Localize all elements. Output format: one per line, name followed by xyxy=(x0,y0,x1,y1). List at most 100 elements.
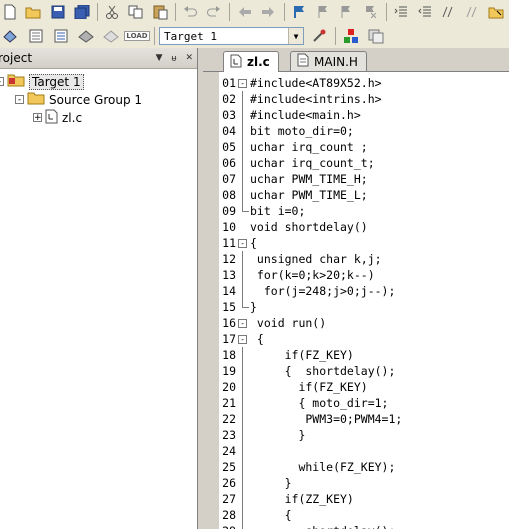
open-file-icon[interactable] xyxy=(24,2,45,22)
target-select[interactable]: Target 1 ▼ xyxy=(159,27,304,45)
collapse-toggle-icon[interactable]: - xyxy=(15,95,24,105)
line-number: 23 xyxy=(222,428,236,442)
line-number: 28 xyxy=(222,508,236,522)
code-line[interactable]: 27 if(ZZ_KEY) xyxy=(219,491,354,507)
tree-item-target[interactable]: - Target 1 xyxy=(0,73,84,90)
fold-guide xyxy=(238,219,247,235)
tree-item-label: Target 1 xyxy=(29,73,84,90)
code-line[interactable]: 20 if(FZ_KEY) xyxy=(219,379,368,395)
code-line[interactable]: 04 bit moto_dir=0; xyxy=(219,123,354,139)
code-editor[interactable]: 01- #include<AT89X52.h> 02 #include<intrins… xyxy=(203,72,509,529)
find-in-files-icon[interactable] xyxy=(485,2,506,22)
next-bookmark-icon[interactable] xyxy=(336,2,357,22)
pin-icon[interactable]: ᵾ xyxy=(172,53,177,64)
code-line[interactable]: 14 for(j=248;j>0;j--); xyxy=(219,283,395,299)
code-line[interactable]: 22 PWM3=0;PWM4=1; xyxy=(219,411,402,427)
pane-menu-icon[interactable]: ▼ xyxy=(156,53,163,64)
code-text: { shortdelay(); xyxy=(250,364,396,378)
expand-toggle-icon[interactable]: + xyxy=(33,113,42,123)
code-text: #include<intrins.h> xyxy=(250,92,382,106)
target-options-icon[interactable] xyxy=(308,26,330,46)
stop-build-icon[interactable] xyxy=(100,26,122,46)
bookmark-icon[interactable] xyxy=(289,2,310,22)
tree-item-source-group[interactable]: - Source Group 1 xyxy=(15,91,142,108)
code-text: uchar PWM_TIME_H; xyxy=(250,172,368,186)
fold-toggle-icon[interactable]: - xyxy=(238,78,247,88)
code-line[interactable]: 10 void shortdelay() xyxy=(219,219,368,235)
code-line[interactable]: 15} xyxy=(219,299,257,315)
select-packs-icon[interactable] xyxy=(365,26,387,46)
nav-forward-icon[interactable] xyxy=(258,2,279,22)
fold-toggle-icon[interactable]: - xyxy=(238,334,247,344)
code-line[interactable]: 12 unsigned char k,j; xyxy=(219,251,382,267)
redo-icon[interactable] xyxy=(204,2,225,22)
build-icon[interactable] xyxy=(25,26,47,46)
code-text: shortdelay(); xyxy=(250,524,395,529)
code-line[interactable]: 26 } xyxy=(219,475,292,491)
nav-back-icon[interactable] xyxy=(234,2,255,22)
line-number: 13 xyxy=(222,268,236,282)
code-text: for(k=0;k>20;k--) xyxy=(250,268,375,282)
fold-guide xyxy=(238,299,249,315)
comment-icon[interactable] xyxy=(438,2,459,22)
code-line[interactable]: 01- #include<AT89X52.h> xyxy=(219,75,381,91)
target-select-value: Target 1 xyxy=(164,29,217,43)
code-line[interactable]: 28 { xyxy=(219,507,292,523)
manage-components-icon[interactable] xyxy=(340,26,362,46)
batch-build-icon[interactable] xyxy=(75,26,97,46)
code-line[interactable]: 07 uchar PWM_TIME_H; xyxy=(219,171,368,187)
code-line[interactable]: 13 for(k=0;k>20;k--) xyxy=(219,267,375,283)
code-line[interactable]: 19 { shortdelay(); xyxy=(219,363,395,379)
code-text: bit i=0; xyxy=(250,204,306,218)
collapse-toggle-icon[interactable]: - xyxy=(0,77,4,87)
chevron-down-icon[interactable]: ▼ xyxy=(288,28,303,44)
copy-icon[interactable] xyxy=(126,2,147,22)
close-icon[interactable]: ✕ xyxy=(185,53,193,64)
tab-zl-c[interactable]: zl.c xyxy=(223,51,279,72)
code-line[interactable]: 17- { xyxy=(219,331,264,347)
code-line[interactable]: 02 #include<intrins.h> xyxy=(219,91,382,107)
fold-toggle-icon[interactable]: - xyxy=(238,238,247,248)
code-text: bit moto_dir=0; xyxy=(250,124,354,138)
tab-main-h[interactable]: MAIN.H xyxy=(290,51,367,71)
code-text: } xyxy=(250,428,306,442)
code-line[interactable]: 08 uchar PWM_TIME_L; xyxy=(219,187,368,203)
code-line[interactable]: 18 if(FZ_KEY) xyxy=(219,347,354,363)
code-line[interactable]: 21 { moto_dir=1; xyxy=(219,395,388,411)
code-line[interactable]: 05 uchar irq_count ; xyxy=(219,139,368,155)
save-icon[interactable] xyxy=(47,2,68,22)
code-line[interactable]: 16- void run() xyxy=(219,315,326,331)
unindent-icon[interactable] xyxy=(414,2,435,22)
rebuild-icon[interactable] xyxy=(50,26,72,46)
paste-icon[interactable] xyxy=(149,2,170,22)
new-file-icon[interactable] xyxy=(0,2,21,22)
indent-icon[interactable] xyxy=(390,2,411,22)
code-line[interactable]: 29 shortdelay(); xyxy=(219,523,395,529)
toolbar-separator xyxy=(229,3,231,21)
clear-bookmarks-icon[interactable] xyxy=(360,2,381,22)
prev-bookmark-icon[interactable] xyxy=(312,2,333,22)
code-line[interactable]: 06 uchar irq_count_t; xyxy=(219,155,375,171)
translate-icon[interactable] xyxy=(0,26,22,46)
code-line[interactable]: 24 xyxy=(219,443,250,459)
code-line[interactable]: 03 #include<main.h> xyxy=(219,107,361,123)
code-text: { xyxy=(250,236,257,250)
fold-guide xyxy=(238,443,247,459)
code-line[interactable]: 23 } xyxy=(219,427,305,443)
fold-toggle-icon[interactable]: - xyxy=(238,318,247,328)
download-icon[interactable]: LOAD xyxy=(124,26,150,46)
code-text: { xyxy=(250,332,264,346)
code-line[interactable]: 25 while(FZ_KEY); xyxy=(219,459,395,475)
code-line[interactable]: 09 bit i=0; xyxy=(219,203,305,219)
cut-icon[interactable] xyxy=(102,2,123,22)
line-number: 21 xyxy=(222,396,236,410)
code-text: uchar irq_count ; xyxy=(250,140,368,154)
h-file-icon xyxy=(297,53,309,70)
uncomment-icon[interactable] xyxy=(462,2,483,22)
code-line[interactable]: 11-{ xyxy=(219,235,257,251)
code-text: { xyxy=(250,508,292,522)
tree-item-file[interactable]: + zl.c xyxy=(33,109,82,126)
fold-guide xyxy=(238,523,247,529)
undo-icon[interactable] xyxy=(180,2,201,22)
save-all-icon[interactable] xyxy=(71,2,92,22)
